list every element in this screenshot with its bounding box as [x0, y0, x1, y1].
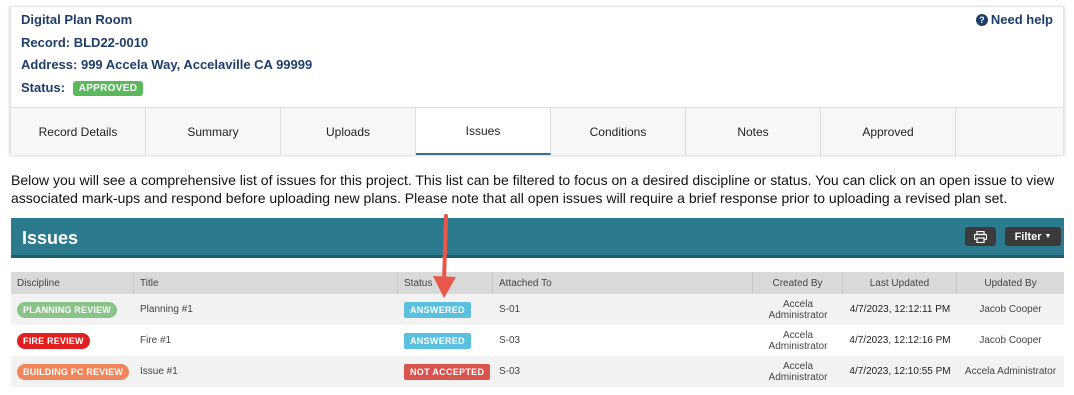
issues-panel-title: Issues [22, 228, 79, 248]
issue-status-badge: ANSWERED [404, 301, 471, 318]
app-title: Digital Plan Room [21, 12, 133, 27]
attached-to: S-03 [499, 366, 521, 377]
table-header: Discipline Title Status Attached To Crea… [11, 272, 1064, 294]
column-header-attached-to[interactable]: Attached To [493, 272, 753, 294]
record-tabs: Record Details Summary Uploads Issues Co… [11, 107, 1063, 155]
attached-to: S-03 [499, 335, 521, 346]
issue-status-badge: NOT ACCEPTED [404, 363, 491, 380]
record-header-card: Digital Plan Room Record: BLD22-0010 Add… [10, 6, 1064, 155]
column-header-title[interactable]: Title [134, 272, 398, 294]
filter-button[interactable]: Filter ▼ [1005, 227, 1061, 246]
column-header-discipline[interactable]: Discipline [11, 272, 134, 294]
created-by: Accela Administrator [768, 329, 828, 352]
updated-by: Accela Administrator [964, 366, 1057, 377]
issues-table: Discipline Title Status Attached To Crea… [11, 272, 1064, 387]
issue-title: Fire #1 [140, 335, 172, 346]
tab-summary[interactable]: Summary [146, 108, 281, 155]
issues-panel-header: Issues Filter ▼ [11, 218, 1064, 258]
record-status: Status: APPROVED [21, 80, 144, 97]
issue-status-badge: ANSWERED [404, 332, 471, 349]
column-header-last-updated[interactable]: Last Updated [843, 272, 957, 294]
attached-to: S-01 [499, 304, 521, 315]
discipline-pill: BUILDING PC REVIEW [17, 363, 130, 380]
table-row[interactable]: PLANNING REVIEW Planning #1 ANSWERED S-0… [11, 294, 1064, 325]
filter-label: Filter [1014, 230, 1042, 243]
chevron-down-icon: ▼ [1044, 233, 1052, 240]
tab-uploads[interactable]: Uploads [281, 108, 416, 155]
discipline-pill: FIRE REVIEW [17, 332, 90, 349]
column-header-created-by[interactable]: Created By [753, 272, 843, 294]
status-badge: APPROVED [72, 81, 144, 96]
discipline-pill: PLANNING REVIEW [17, 301, 118, 318]
last-updated: 4/7/2023, 12:10:55 PM [849, 366, 951, 377]
column-header-updated-by[interactable]: Updated By [957, 272, 1064, 294]
table-row[interactable]: BUILDING PC REVIEW Issue #1 NOT ACCEPTED… [11, 356, 1064, 387]
tab-spacer [956, 108, 1063, 155]
print-button[interactable] [965, 227, 996, 246]
tab-notes[interactable]: Notes [686, 108, 821, 155]
tab-approved[interactable]: Approved [821, 108, 956, 155]
need-help-link[interactable]: ? Need help [975, 12, 1053, 27]
tab-conditions[interactable]: Conditions [551, 108, 686, 155]
table-row[interactable]: FIRE REVIEW Fire #1 ANSWERED S-03 Accela… [11, 325, 1064, 356]
last-updated: 4/7/2023, 12:12:16 PM [849, 335, 951, 346]
printer-icon [974, 230, 987, 243]
created-by: Accela Administrator [768, 298, 828, 321]
issue-title: Planning #1 [140, 304, 193, 315]
record-number: Record: BLD22-0010 [21, 35, 149, 50]
tab-issues[interactable]: Issues [416, 108, 551, 155]
need-help-label: Need help [990, 12, 1053, 27]
status-label: Status: [21, 80, 66, 95]
updated-by: Jacob Cooper [979, 335, 1042, 346]
issue-title: Issue #1 [140, 366, 178, 377]
tab-record-details[interactable]: Record Details [11, 108, 146, 155]
last-updated: 4/7/2023, 12:12:11 PM [849, 304, 951, 315]
annotation-arrow-icon [433, 214, 456, 298]
created-by: Accela Administrator [768, 360, 828, 383]
question-circle-icon: ? [975, 13, 988, 26]
record-address: Address: 999 Accela Way, Accelaville CA … [21, 57, 313, 72]
updated-by: Jacob Cooper [979, 304, 1042, 315]
issues-intro-text: Below you will see a comprehensive list … [11, 172, 1055, 206]
